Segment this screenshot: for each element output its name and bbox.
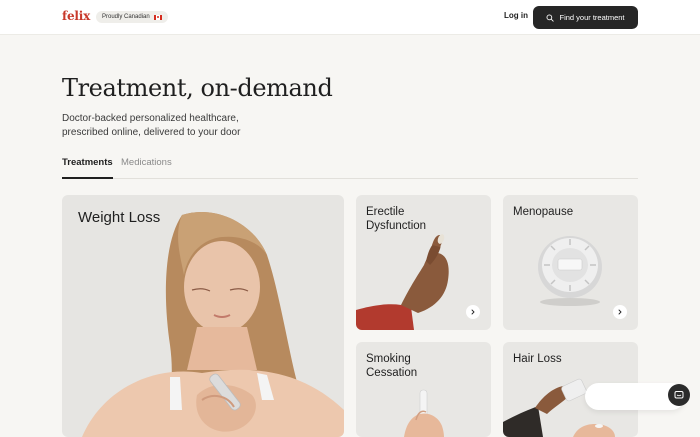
card-title-erectile-dysfunction: Erectile Dysfunction [366, 206, 427, 232]
card-weight-loss[interactable]: Weight Loss [62, 195, 344, 437]
card-title-menopause: Menopause [513, 206, 574, 218]
card-erectile-dysfunction[interactable]: Erectile Dysfunction [356, 195, 491, 330]
chat-icon [674, 391, 684, 399]
card-title-weight-loss: Weight Loss [78, 209, 161, 226]
card-menopause[interactable]: Menopause [503, 195, 638, 330]
woman-injecting-pen-image [82, 211, 344, 437]
erectile-dysfunction-arrow-button[interactable] [466, 305, 480, 319]
find-your-treatment-button[interactable]: Find your treatment [533, 6, 638, 29]
chevron-right-icon [471, 309, 475, 315]
tab-medications[interactable]: Medications [121, 157, 172, 168]
card-smoking-cessation[interactable]: Smoking Cessation [356, 342, 491, 437]
top-navigation-bar: felix Proudly Canadian Log in Find your … [0, 0, 700, 35]
treatment-tabs: Treatments Medications [62, 156, 638, 179]
canada-flag-icon [153, 14, 162, 20]
chat-button[interactable] [668, 384, 690, 406]
chevron-right-icon [618, 309, 622, 315]
page-subtitle: Doctor-backed personalized healthcare, p… [62, 113, 241, 138]
search-icon [547, 14, 555, 22]
menopause-arrow-button[interactable] [613, 305, 627, 319]
card-title-smoking-cessation: Smoking Cessation [366, 353, 418, 379]
find-button-label: Find your treatment [559, 13, 625, 22]
felix-logo[interactable]: felix [62, 9, 90, 23]
page-title: Treatment, on-demand [62, 74, 333, 102]
badge-label: Proudly Canadian [102, 14, 150, 20]
tab-treatments[interactable]: Treatments [62, 157, 113, 179]
proudly-canadian-badge: Proudly Canadian [96, 11, 168, 23]
card-title-hair-loss: Hair Loss [513, 353, 562, 365]
login-link[interactable]: Log in [504, 11, 528, 20]
